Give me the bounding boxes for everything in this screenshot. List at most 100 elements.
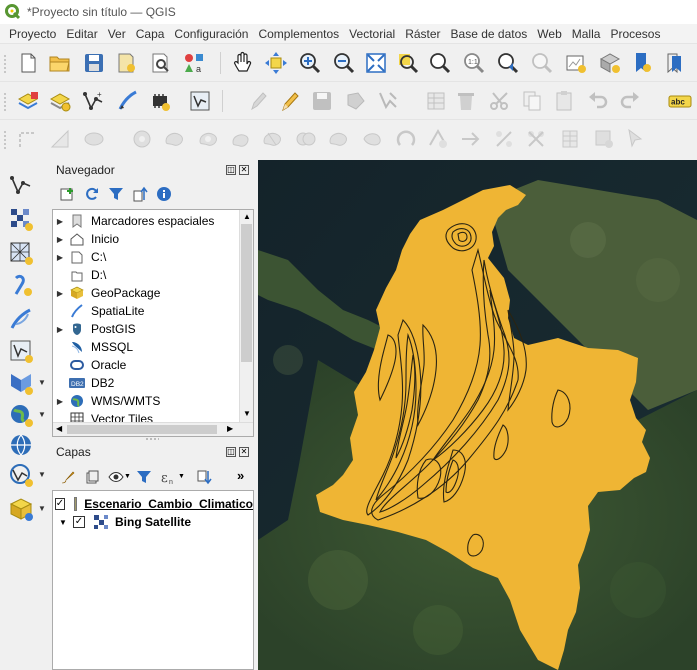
scroll-down-arrow-icon[interactable]: ▼ (243, 409, 251, 418)
add-delimited-side-button[interactable] (5, 270, 37, 300)
pan-map-button[interactable] (228, 49, 256, 77)
expand-arrow-icon[interactable]: ▶ (53, 289, 67, 298)
tree-item-db2[interactable]: DB2 DB2 (53, 374, 239, 392)
shape-tool-14-button[interactable] (522, 125, 550, 153)
shape-tool-8-button[interactable] (324, 125, 352, 153)
add-virtual-layer-button[interactable] (186, 87, 214, 115)
visibility-menu-button[interactable]: ▼ (108, 469, 131, 485)
collapse-all-button[interactable] (132, 186, 148, 202)
style-layer-button[interactable] (60, 469, 76, 485)
toolbar-handle[interactable] (3, 92, 7, 112)
tree-item-mssql[interactable]: MSSQL (53, 338, 239, 356)
open-project-button[interactable] (46, 49, 74, 77)
menu-ver[interactable]: Ver (103, 27, 131, 41)
layer-visibility-checkbox[interactable]: ✓ (54, 498, 66, 510)
zoom-native-button[interactable]: 1:1 (460, 49, 488, 77)
add-vector-layer-side-button[interactable] (5, 170, 37, 200)
save-project-button[interactable] (80, 49, 108, 77)
layout-manager-button[interactable] (146, 49, 174, 77)
new-bookmark-button[interactable] (628, 49, 656, 77)
new-layer-button[interactable] (46, 87, 74, 115)
add-group-button[interactable] (84, 469, 100, 485)
add-vector-layer-button[interactable]: + (80, 87, 108, 115)
add-arcgis-button[interactable] (5, 430, 37, 460)
save-edits-button[interactable] (308, 87, 336, 115)
new-layer-dropdown-arrow[interactable]: ▼ (38, 504, 46, 513)
tree-item-home[interactable]: ▶ Inicio (53, 230, 239, 248)
cut-features-button[interactable] (486, 87, 514, 115)
menu-vectorial[interactable]: Vectorial (344, 27, 400, 41)
tree-item-geopackage[interactable]: ▶ GeoPackage (53, 284, 239, 302)
menu-configuracion[interactable]: Configuración (169, 27, 253, 41)
zoom-in-button[interactable] (296, 49, 324, 77)
add-wms-side-button[interactable] (5, 368, 37, 398)
zoom-to-layer-button[interactable] (426, 49, 454, 77)
zoom-full-button[interactable] (362, 49, 390, 77)
show-bookmarks-button[interactable] (660, 49, 688, 77)
advanced-digitizing-button[interactable] (14, 125, 42, 153)
menu-raster[interactable]: Ráster (400, 27, 445, 41)
add-selected-layers-button[interactable] (60, 186, 76, 202)
new-geopackage-button[interactable] (5, 494, 37, 524)
collapse-arrow-icon[interactable]: ▼ (53, 518, 73, 527)
modify-attributes-button[interactable] (422, 87, 450, 115)
expand-arrow-icon[interactable]: ▶ (53, 235, 67, 244)
zoom-last-button[interactable] (494, 49, 522, 77)
shape-tool-4-button[interactable] (194, 125, 222, 153)
wcs-dropdown-arrow[interactable]: ▼ (38, 410, 46, 419)
paste-features-button[interactable] (550, 87, 578, 115)
shape-tool-15-button[interactable] (556, 125, 584, 153)
panel-splitter-handle[interactable] (145, 437, 159, 441)
zoom-next-button[interactable] (528, 49, 556, 77)
filter-browser-button[interactable] (108, 186, 124, 202)
expand-arrow-icon[interactable]: ▶ (53, 217, 67, 226)
layers-tree[interactable]: ✓ Escenario_Cambio_Climatico ▼ ✓ Bing Sa… (52, 490, 254, 670)
layers-close-button[interactable]: ✕ (239, 447, 249, 457)
shape-tool-10-button[interactable] (392, 125, 420, 153)
current-edits-button[interactable] (244, 87, 272, 115)
menu-capa[interactable]: Capa (131, 27, 170, 41)
toolbar-handle[interactable] (3, 130, 7, 150)
new-project-button[interactable] (14, 49, 42, 77)
menu-base-de-datos[interactable]: Base de datos (446, 27, 533, 41)
tree-item-bookmarks[interactable]: ▶ Marcadores espaciales (53, 212, 239, 230)
filter-expression-button[interactable]: εn ▼ (160, 469, 185, 486)
shape-tool-5-button[interactable] (226, 125, 254, 153)
add-vector-tile-button[interactable] (5, 460, 37, 490)
scrollbar-thumb[interactable] (241, 224, 252, 362)
add-mesh-side-button[interactable] (5, 238, 37, 268)
shape-tool-7-button[interactable] (292, 125, 320, 153)
label-toolbar-button[interactable]: abc (666, 87, 694, 115)
menu-procesos[interactable]: Procesos (605, 27, 665, 41)
menu-malla[interactable]: Malla (567, 27, 606, 41)
new-map-view-button[interactable] (562, 49, 590, 77)
shape-tool-11-button[interactable] (424, 125, 452, 153)
scroll-left-arrow-icon[interactable]: ◀ (56, 424, 62, 433)
shape-tool-1-button[interactable] (80, 125, 108, 153)
delete-selected-button[interactable] (452, 87, 480, 115)
shape-tool-9-button[interactable] (358, 125, 386, 153)
toolbar-handle[interactable] (3, 54, 7, 74)
tree-item-wms[interactable]: ▶ WMS/WMTS (53, 392, 239, 410)
menu-proyecto[interactable]: Proyecto (0, 27, 61, 41)
expand-arrow-icon[interactable]: ▶ (53, 397, 67, 406)
scroll-up-arrow-icon[interactable]: ▲ (243, 212, 251, 221)
zoom-out-button[interactable] (330, 49, 358, 77)
menu-web[interactable]: Web (532, 27, 566, 41)
shape-tool-13-button[interactable] (490, 125, 518, 153)
layer-visibility-checkbox[interactable]: ✓ (73, 516, 85, 528)
copy-features-button[interactable] (518, 87, 546, 115)
redo-button[interactable] (616, 87, 644, 115)
add-feature-button[interactable] (342, 87, 370, 115)
tree-item-drive-c[interactable]: ▶ C:\ (53, 248, 239, 266)
new-3d-map-button[interactable] (596, 49, 624, 77)
add-mesh-layer-button[interactable] (146, 87, 174, 115)
expand-arrow-icon[interactable]: ▶ (53, 325, 67, 334)
expand-all-button[interactable] (196, 469, 212, 485)
expand-arrow-icon[interactable]: ▶ (53, 253, 67, 262)
shape-tool-16-button[interactable] (590, 125, 618, 153)
vector-tile-dropdown-arrow[interactable]: ▼ (38, 470, 46, 479)
map-canvas[interactable] (258, 160, 697, 670)
tree-item-drive-d[interactable]: D:\ (53, 266, 239, 284)
pan-to-selection-button[interactable] (262, 49, 290, 77)
